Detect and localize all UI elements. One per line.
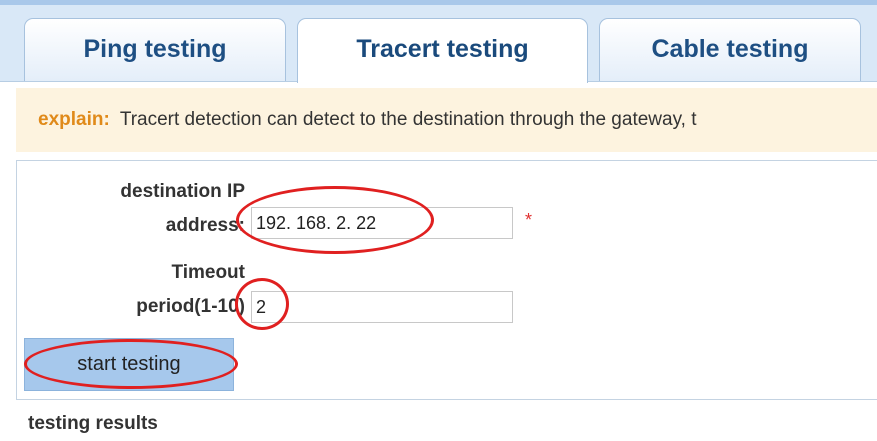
timeout-label-line1: Timeout [171,262,245,283]
tab-tracert-testing[interactable]: Tracert testing [297,18,588,83]
timeout-label-line2: period(1-10) [136,296,245,317]
tab-cable-testing[interactable]: Cable testing [599,18,861,81]
timeout-input[interactable] [251,291,513,323]
explain-text: Tracert detection can detect to the dest… [119,109,697,130]
destination-ip-label-line2: address: [165,215,245,236]
explain-label: explain: [38,109,110,130]
required-asterisk: * [525,210,533,230]
tab-bar: Ping testing Tracert testing Cable testi… [0,5,877,83]
destination-ip-input[interactable] [251,207,513,239]
testing-results-label: testing results [28,413,158,434]
tab-ping-testing[interactable]: Ping testing [24,18,286,81]
explain-bar: explain: Tracert detection can detect to … [16,88,877,152]
start-testing-button[interactable]: start testing [24,338,234,391]
destination-ip-label-line1: destination IP [120,181,245,202]
